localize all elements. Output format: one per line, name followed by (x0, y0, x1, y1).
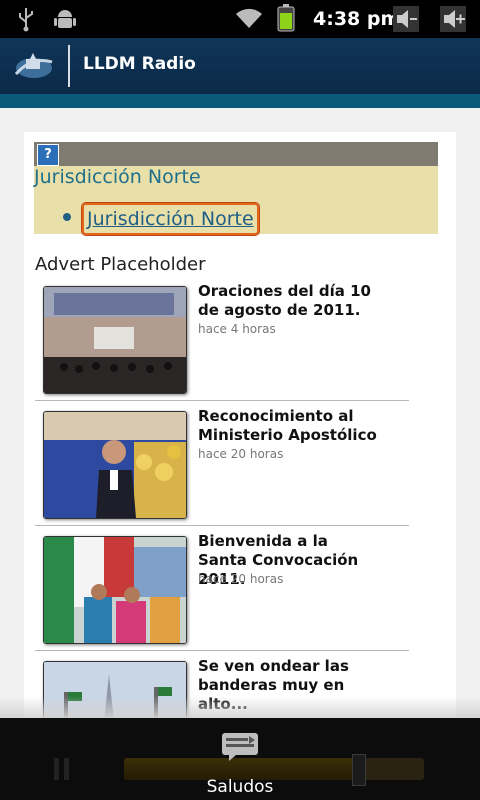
ceremony-photo (43, 286, 187, 394)
app-title: LLDM Radio (83, 54, 196, 74)
volume-up-icon[interactable] (440, 6, 466, 32)
news-item[interactable]: Oraciones del día 10 de agosto de 2011. … (35, 278, 409, 401)
lldm-logo-icon[interactable] (12, 50, 54, 82)
jurisdiction-heading: Jurisdicción Norte (34, 166, 201, 188)
volume-down-icon[interactable] (393, 6, 419, 32)
news-item[interactable]: Reconocimiento al Ministerio Apostólico … (35, 403, 409, 526)
flags-crowd-photo (43, 536, 187, 644)
status-bar: 4:38 pm (0, 0, 480, 38)
jurisdiction-link[interactable]: Jurisdicción Norte (82, 203, 259, 235)
speaker-photo (43, 411, 187, 519)
accent-bar (0, 94, 480, 108)
news-time: hace 4 horas (198, 322, 276, 336)
content-area[interactable]: ? Jurisdicción Norte Jurisdicción Norte … (0, 108, 480, 718)
battery-icon (277, 4, 295, 32)
message-icon[interactable] (221, 732, 259, 762)
player-label: Saludos (206, 777, 274, 797)
help-icon[interactable]: ? (37, 144, 59, 166)
wifi-icon (236, 8, 262, 28)
title-divider (68, 45, 70, 87)
clock: 4:38 pm (313, 8, 401, 30)
android-debug-icon (54, 10, 76, 28)
news-title: Oraciones del día 10 de agosto de 2011. (198, 282, 371, 319)
bullet-icon (63, 213, 71, 221)
jurisdiction-box: Jurisdicción Norte Jurisdicción Norte (34, 166, 438, 235)
advert-placeholder: Advert Placeholder (35, 254, 206, 275)
news-title: Reconocimiento al Ministerio Apostólico (198, 407, 377, 444)
scroll-fade (0, 696, 480, 718)
content-page: ? Jurisdicción Norte Jurisdicción Norte … (24, 132, 456, 718)
usb-icon (19, 8, 33, 32)
news-time: hace 20 horas (198, 572, 284, 586)
news-item[interactable]: Bienvenida a la Santa Convocación 2011. … (35, 528, 409, 651)
app-bar: LLDM Radio (0, 38, 480, 94)
module-header: ? (34, 142, 438, 166)
player-bar: Saludos (0, 718, 480, 800)
news-time: hace 20 horas (198, 447, 284, 461)
